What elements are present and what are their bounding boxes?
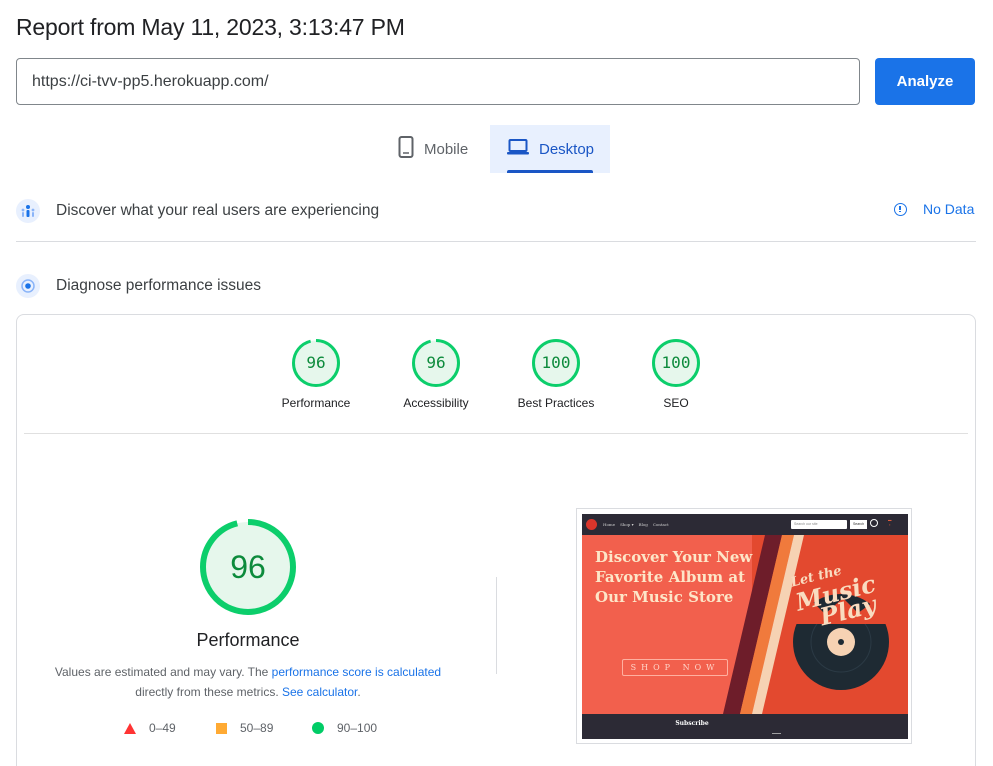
site-logo-icon bbox=[586, 519, 597, 530]
real-users-section: Discover what your real users are experi… bbox=[16, 196, 976, 226]
tab-mobile[interactable]: Mobile bbox=[398, 125, 488, 173]
score-calculated-link[interactable]: performance score is calculated bbox=[272, 665, 441, 679]
bag-icon: ▬ ▪ bbox=[888, 518, 892, 527]
gauge-label: SEO bbox=[663, 396, 689, 410]
desc-text: . bbox=[357, 685, 361, 699]
page-screenshot: Home Shop ▾ Blog Contact Search our site… bbox=[576, 508, 912, 744]
tab-desktop[interactable]: Desktop bbox=[490, 125, 610, 173]
nav-link: Shop ▾ bbox=[620, 522, 634, 527]
tab-desktop-label: Desktop bbox=[539, 140, 595, 158]
analyze-button[interactable]: Analyze bbox=[875, 58, 975, 105]
no-data-label: No Data bbox=[923, 201, 975, 217]
gauge-label: Accessibility bbox=[403, 396, 469, 410]
section-divider bbox=[16, 241, 976, 242]
site-shop-now-button: SHOP NOW bbox=[622, 659, 728, 676]
gauge-ring: 100 bbox=[651, 338, 701, 388]
desc-text: Values are estimated and may vary. The bbox=[54, 665, 272, 679]
tab-selected-indicator bbox=[507, 170, 593, 173]
gauge-ring: 96 bbox=[411, 338, 461, 388]
users-icon bbox=[16, 199, 40, 223]
triangle-icon bbox=[124, 722, 136, 734]
vertical-separator bbox=[496, 577, 497, 674]
screenshot-canvas: Home Shop ▾ Blog Contact Search our site… bbox=[582, 514, 908, 739]
gauge-score: 96 bbox=[426, 353, 446, 372]
legend-fail-label: 0–49 bbox=[149, 721, 176, 735]
performance-score-large: 96 bbox=[230, 549, 266, 585]
legend-fail: 0–49 bbox=[124, 721, 176, 735]
performance-label: Performance bbox=[196, 630, 300, 650]
report-title: Report from May 11, 2023, 3:13:47 PM bbox=[16, 14, 405, 40]
nav-link: Contact bbox=[652, 522, 669, 527]
square-icon bbox=[216, 722, 227, 734]
legend-average-label: 50–89 bbox=[240, 721, 274, 735]
site-search-button: Search bbox=[850, 520, 867, 529]
smartphone-icon bbox=[398, 136, 414, 162]
site-footer: Subscribe ▬▬▬ bbox=[582, 714, 908, 739]
site-subscribe-title: Subscribe bbox=[675, 720, 709, 727]
card-divider bbox=[24, 433, 968, 434]
gauge-performance[interactable]: 96 Performance bbox=[271, 338, 361, 410]
site-search-input: Search our site bbox=[791, 520, 847, 529]
nav-link: Blog bbox=[638, 522, 648, 527]
gauge-ring: 96 bbox=[291, 338, 341, 388]
gauge-score: 100 bbox=[541, 353, 571, 372]
legend-pass: 90–100 bbox=[312, 721, 377, 735]
legend-average: 50–89 bbox=[216, 721, 273, 735]
real-users-title: Discover what your real users are experi… bbox=[56, 202, 380, 219]
legend-pass-label: 90–100 bbox=[337, 721, 378, 735]
tab-mobile-label: Mobile bbox=[424, 140, 469, 158]
diagnose-section: Diagnose performance issues bbox=[16, 271, 976, 301]
performance-gauge-large: 96 bbox=[198, 517, 298, 617]
performance-description: Values are estimated and may vary. The p… bbox=[40, 662, 456, 702]
no-data-link[interactable]: No Data bbox=[894, 201, 974, 217]
gauge-best-practices[interactable]: 100 Best Practices bbox=[511, 338, 601, 410]
see-calculator-link[interactable]: See calculator bbox=[282, 685, 357, 699]
gauge-label: Performance bbox=[281, 396, 351, 410]
gauge-seo[interactable]: 100 SEO bbox=[631, 338, 721, 410]
nav-link: Home bbox=[603, 522, 616, 527]
gauge-label: Best Practices bbox=[517, 396, 595, 410]
gauge-score: 100 bbox=[661, 353, 691, 372]
gauge-ring: 100 bbox=[531, 338, 581, 388]
diagnose-icon bbox=[16, 274, 40, 298]
info-icon bbox=[894, 202, 907, 216]
gauge-accessibility[interactable]: 96 Accessibility bbox=[391, 338, 481, 410]
desc-text: directly from these metrics. bbox=[135, 685, 282, 699]
site-footer-line: ▬▬▬ bbox=[772, 731, 781, 735]
diagnose-title: Diagnose performance issues bbox=[56, 277, 262, 294]
site-headline: Discover Your New Favorite Album at Our … bbox=[595, 548, 753, 606]
circle-icon bbox=[312, 722, 324, 734]
laptop-icon bbox=[507, 139, 529, 159]
gauge-score: 96 bbox=[306, 353, 326, 372]
account-icon bbox=[870, 519, 878, 527]
url-input[interactable] bbox=[16, 58, 860, 105]
